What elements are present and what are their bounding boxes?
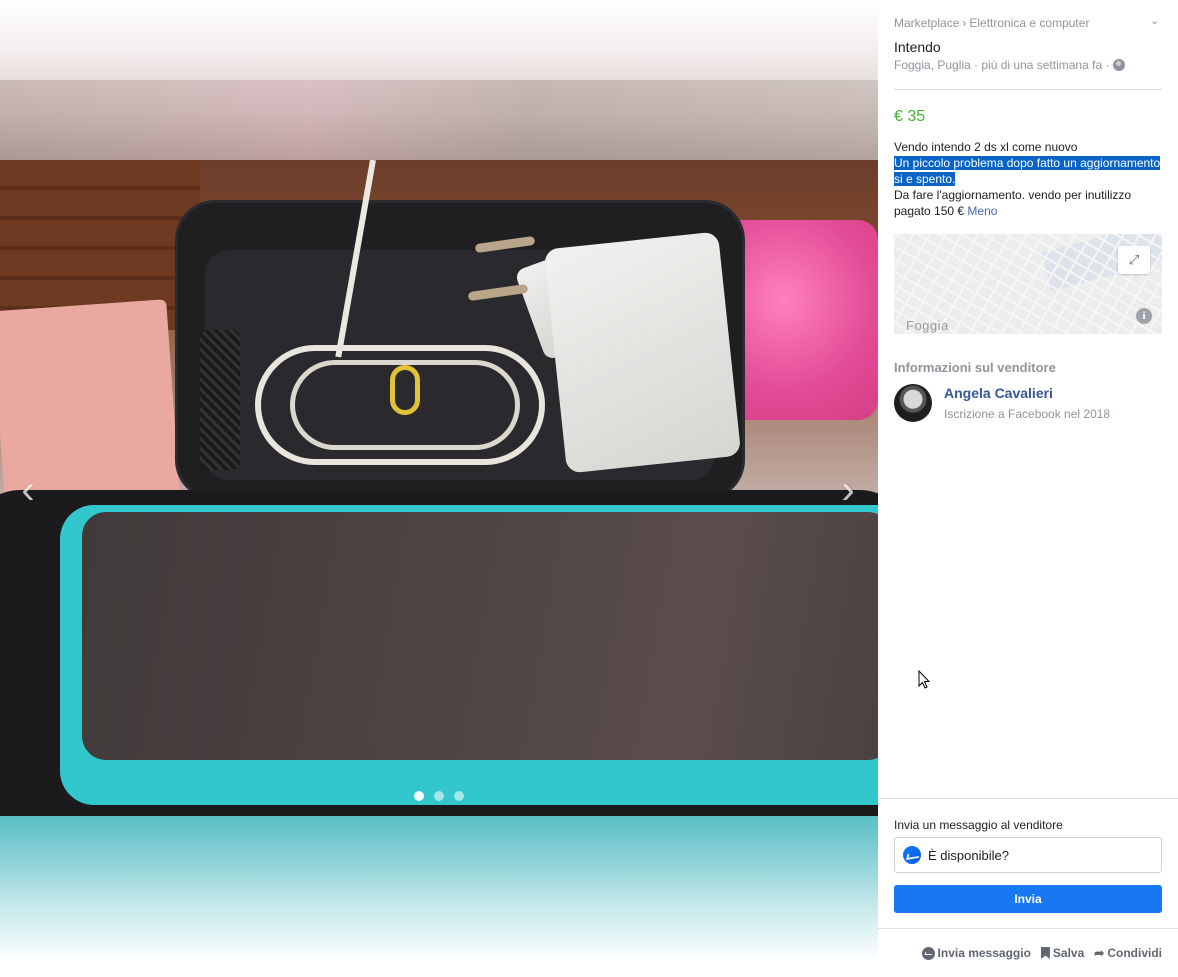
blurred-backdrop-bottom: [0, 816, 878, 977]
listing-photo[interactable]: [0, 160, 878, 816]
show-less-link[interactable]: Meno: [967, 204, 997, 218]
previous-photo-button[interactable]: ‹: [16, 470, 40, 510]
map-info-icon[interactable]: i: [1136, 308, 1152, 324]
message-input[interactable]: [928, 847, 1148, 863]
share-action-label: Condividi: [1107, 946, 1162, 960]
location-map[interactable]: Foggia ⤢ i: [894, 234, 1162, 334]
photo-dot-2[interactable]: [434, 791, 444, 801]
photo-viewer: ‹ ›: [0, 0, 878, 977]
seller-joined-date: Iscrizione a Facebook nel 2018: [944, 407, 1111, 421]
breadcrumb-category[interactable]: Elettronica e computer: [969, 16, 1089, 30]
messenger-icon: [921, 946, 935, 960]
selected-description-text[interactable]: Un piccolo problema dopo fatto un aggior…: [894, 156, 1161, 186]
save-action-label: Salva: [1052, 946, 1085, 960]
map-city-label: Foggia: [906, 318, 949, 333]
divider: [894, 89, 1162, 90]
expand-map-icon[interactable]: ⤢: [1118, 246, 1150, 274]
message-field[interactable]: [894, 837, 1162, 873]
listing-sidebar: Marketplace › Elettronica e computer ⌄ Int…: [878, 0, 1178, 977]
description-line: Da fare l'aggiornamento. vendo per inuti…: [894, 188, 1132, 218]
blurred-backdrop-top: [0, 0, 878, 160]
photo-dot-1[interactable]: [414, 791, 424, 801]
send-message-button[interactable]: Invia: [894, 885, 1162, 913]
listing-actions-bar: Invia messaggio Salva ➦ Condividi: [878, 928, 1178, 977]
listing-meta: Foggia, Puglia · più di una settimana fa…: [894, 58, 1126, 72]
listing-description: Vendo intendo 2 ds xl come nuovo Un picc…: [894, 139, 1164, 219]
message-seller-panel: Invia un messaggio al venditore Invia: [878, 798, 1178, 928]
globe-icon: [1113, 59, 1126, 71]
bookmark-icon: [1040, 947, 1050, 959]
messenger-icon: [903, 846, 921, 864]
seller-name-link[interactable]: Angela Cavalieri: [944, 385, 1053, 401]
seller-info-heading: Informazioni sul venditore: [894, 360, 1056, 375]
message-action-button[interactable]: Invia messaggio: [921, 946, 1031, 960]
next-photo-button[interactable]: ›: [836, 470, 860, 510]
avatar[interactable]: [894, 384, 932, 422]
breadcrumb-separator: ›: [962, 16, 967, 30]
photo-dot-3[interactable]: [454, 791, 464, 801]
message-label: Invia un messaggio al venditore: [894, 818, 1063, 832]
message-action-label: Invia messaggio: [937, 946, 1031, 960]
description-line: Vendo intendo 2 ds xl come nuovo: [894, 140, 1078, 154]
save-action-button[interactable]: Salva: [1040, 946, 1085, 960]
share-action-button[interactable]: ➦ Condividi: [1094, 946, 1162, 960]
listing-title: Intendo: [894, 39, 941, 55]
breadcrumb-marketplace[interactable]: Marketplace: [894, 16, 959, 30]
chevron-down-icon[interactable]: ⌄: [1150, 14, 1164, 28]
share-icon: ➦: [1094, 946, 1105, 960]
listing-price: € 35: [894, 108, 926, 125]
photo-pagination: [0, 791, 878, 801]
breadcrumb: Marketplace › Elettronica e computer: [894, 16, 1144, 30]
location-and-time: Foggia, Puglia · più di una settimana fa…: [894, 58, 1110, 72]
